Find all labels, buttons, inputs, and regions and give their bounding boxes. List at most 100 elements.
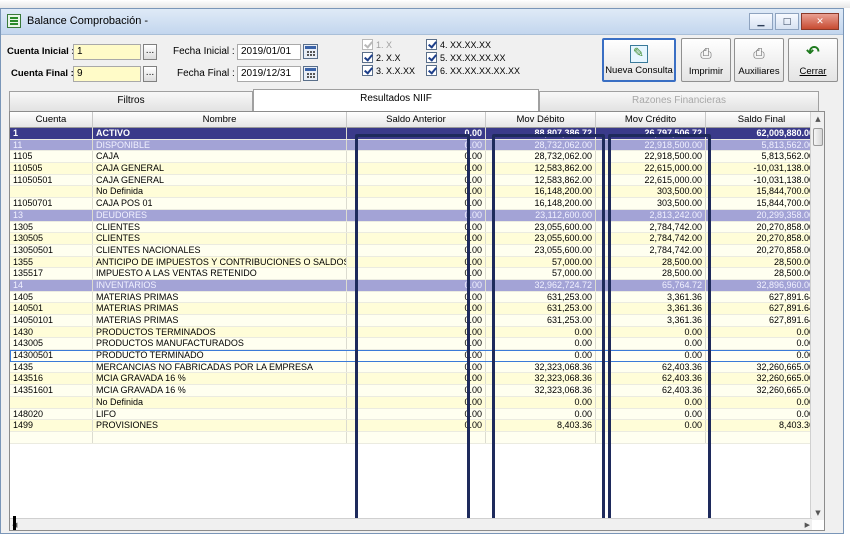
scroll-down-icon[interactable]: ▼ <box>811 506 824 520</box>
saldo-final-cell: -10,031,138.00 <box>706 174 818 186</box>
scroll-thumb[interactable] <box>813 128 823 146</box>
cuenta-cell: 1305 <box>10 221 93 233</box>
table-row[interactable]: 14050101 MATERIAS PRIMAS 0.00 631,253.00 3,3… <box>10 315 818 327</box>
group-row[interactable]: 14 INVENTARIOS 0.00 32,962,724.72 65,764.72 3… <box>10 279 818 292</box>
level-checkbox-1[interactable]: 1. X <box>362 39 392 50</box>
column-header-mov-debito[interactable]: Mov Débito <box>486 112 596 128</box>
mov-debito-cell: 28,732,062.00 <box>486 139 596 151</box>
saldo-final-cell: 20,299,358.00 <box>706 209 818 221</box>
imprimir-button[interactable]: ⎙ Imprimir <box>681 38 731 82</box>
table-row[interactable]: 143516 MCIA GRAVADA 16 % 0.00 32,323,068.36… <box>10 373 818 386</box>
cuenta-cell: 1105 <box>10 151 93 163</box>
cuenta-cell: 14300501 <box>10 350 93 361</box>
saldo-final-cell: 627,891.64 <box>706 291 818 303</box>
fecha-inicial-input[interactable]: 2019/01/01 <box>237 44 301 60</box>
cuenta-cell: 14351601 <box>10 385 93 396</box>
tab-filtros[interactable]: Filtros <box>9 91 253 111</box>
nueva-consulta-button[interactable]: Nueva Consulta <box>602 38 676 82</box>
nombre-cell: MATERIAS PRIMAS <box>93 315 347 326</box>
table-row[interactable]: 1355 ANTICIPO DE IMPUESTOS Y CONTRIBUCION… <box>10 256 818 269</box>
nombre-cell: MATERIAS PRIMAS <box>93 303 347 314</box>
cuenta-final-input[interactable]: 9 <box>73 66 141 82</box>
grid-header: Cuenta Nombre Saldo Anterior Mov Débito … <box>10 112 818 128</box>
app-icon <box>7 14 21 28</box>
table-row[interactable]: 135517 IMPUESTO A LAS VENTAS RETENIDO 0.00… <box>10 268 818 280</box>
table-row[interactable]: 110505 CAJA GENERAL 0.00 12,583,862.00 22,61… <box>10 163 818 175</box>
table-row[interactable]: 11050501 CAJA GENERAL 0.00 12,583,862.00 22,… <box>10 174 818 187</box>
table-row[interactable]: 14351601 MCIA GRAVADA 16 % 0.00 32,323,068.… <box>10 385 818 397</box>
column-header-cuenta[interactable]: Cuenta <box>10 112 93 128</box>
table-row[interactable]: 14300501 PRODUCTO TERMINADO 0.00 0.00 0.00 0.… <box>10 350 818 362</box>
level-checkbox-3[interactable]: 3. X.X.XX <box>362 65 415 76</box>
table-row[interactable]: 1305 CLIENTES 0.00 23,055,600.00 2,784,742.0… <box>10 221 818 234</box>
tab-razones-financieras[interactable]: Razones Financieras <box>539 91 819 111</box>
table-row[interactable]: 1105 CAJA 0.00 28,732,062.00 22,918,500.00 5,… <box>10 151 818 164</box>
level-checkbox-5[interactable]: 5. XX.XX.XX.XX <box>426 52 506 63</box>
horizontal-scrollbar[interactable]: ◀ ▶ <box>10 518 812 530</box>
minimize-icon[interactable]: ▁ <box>749 13 773 30</box>
close-icon[interactable]: ✕ <box>801 13 839 30</box>
level-checkbox-4[interactable]: 4. XX.XX.XX <box>426 39 491 50</box>
saldo-final-cell: 5,813,562.00 <box>706 151 818 163</box>
mov-credito-cell: 62,403.36 <box>596 385 706 396</box>
table-row[interactable]: 1435 MERCANCIAS NO FABRICADAS POR LA EMPR… <box>10 361 818 374</box>
saldo-anterior-cell: 0.00 <box>347 209 486 221</box>
nombre-cell: No Definida <box>93 186 347 198</box>
calendar-icon[interactable] <box>303 44 318 59</box>
vertical-scrollbar[interactable]: ▲ ▼ <box>810 112 824 520</box>
cuenta-inicial-lookup-button[interactable]: ... <box>143 44 157 60</box>
table-row[interactable]: 143005 PRODUCTOS MANUFACTURADOS 0.00 0.00 0.… <box>10 338 818 351</box>
checkbox-icon <box>362 39 373 50</box>
cuenta-inicial-input[interactable]: 1 <box>73 44 141 60</box>
checkbox-icon <box>362 65 373 76</box>
table-row[interactable]: 1430 PRODUCTOS TERMINADOS 0.00 0.00 0.00 0.00 <box>10 326 818 339</box>
cuenta-final-lookup-button[interactable]: ... <box>143 66 157 82</box>
table-row[interactable]: 140501 MATERIAS PRIMAS 0.00 631,253.00 3,361… <box>10 303 818 315</box>
group-row[interactable]: 11 DISPONIBLE 0.00 28,732,062.00 22,918,500.… <box>10 139 818 152</box>
column-header-saldo-final[interactable]: Saldo Final <box>706 112 818 128</box>
nombre-cell: MCIA GRAVADA 16 % <box>93 385 347 396</box>
saldo-final-cell: 0.00 <box>706 408 818 420</box>
mov-credito-cell: 22,615,000.00 <box>596 163 706 174</box>
table-row[interactable] <box>10 431 818 444</box>
tab-strip: Filtros Resultados NIIF Razones Financie… <box>9 89 819 111</box>
table-row[interactable]: 148020 LIFO 0.00 0.00 0.00 0.00 <box>10 408 818 421</box>
results-grid[interactable]: Cuenta Nombre Saldo Anterior Mov Débito … <box>9 111 825 531</box>
saldo-anterior-cell: 0.00 <box>347 291 486 303</box>
printer-icon: ⎙ <box>700 45 712 61</box>
cerrar-button[interactable]: ↶ Cerrar <box>788 38 838 82</box>
saldo-anterior-cell: 0.00 <box>347 198 486 209</box>
maximize-icon[interactable]: □ <box>775 13 799 30</box>
saldo-anterior-cell: 0.00 <box>347 268 486 279</box>
table-row[interactable]: 130505 CLIENTES 0.00 23,055,600.00 2,784,742… <box>10 233 818 245</box>
auxiliares-button[interactable]: ⎙ Auxiliares <box>734 38 784 82</box>
column-header-mov-credito[interactable]: Mov Crédito <box>596 112 706 128</box>
cuenta-cell: 14050101 <box>10 315 93 326</box>
table-row[interactable]: No Definida 0.00 16,148,200.00 303,500.00 15… <box>10 186 818 199</box>
table-row[interactable]: 1499 PROVISIONES 0.00 8,403.36 0.00 8,403.36 <box>10 420 818 432</box>
table-row[interactable]: 1405 MATERIAS PRIMAS 0.00 631,253.00 3,361.3… <box>10 291 818 304</box>
group-row[interactable]: 13 DEUDORES 0.00 23,112,600.00 2,813,242.00 2… <box>10 209 818 222</box>
scroll-up-icon[interactable]: ▲ <box>811 112 824 126</box>
group-row[interactable]: 1 ACTIVO 0.00 88,807,386.72 26,797,506.72 62,… <box>10 128 818 140</box>
undo-arrow-icon: ↶ <box>806 44 820 61</box>
column-header-saldo-anterior[interactable]: Saldo Anterior <box>347 112 486 128</box>
mov-credito-cell: 22,918,500.00 <box>596 139 706 151</box>
table-row[interactable]: 11050701 CAJA POS 01 0.00 16,148,200.00 303,… <box>10 198 818 210</box>
mov-credito-cell: 22,918,500.00 <box>596 151 706 163</box>
table-row[interactable]: No Definida 0.00 0.00 0.00 0.00 <box>10 396 818 409</box>
tab-resultados-niif[interactable]: Resultados NIIF <box>253 89 539 111</box>
nombre-cell: DEUDORES <box>93 209 347 221</box>
mov-debito-cell <box>486 431 596 443</box>
calendar-icon[interactable] <box>303 66 318 81</box>
level-checkbox-2[interactable]: 2. X.X <box>362 52 401 63</box>
fecha-final-input[interactable]: 2019/12/31 <box>237 66 301 82</box>
nombre-cell: LIFO <box>93 408 347 420</box>
saldo-anterior-cell: 0.00 <box>347 338 486 350</box>
scroll-right-icon[interactable]: ▶ <box>805 519 810 530</box>
column-header-nombre[interactable]: Nombre <box>93 112 347 128</box>
table-row[interactable]: 13050501 CLIENTES NACIONALES 0.00 23,055,60… <box>10 244 818 257</box>
level-checkbox-6[interactable]: 6. XX.XX.XX.XX.XX <box>426 65 520 76</box>
mov-debito-cell: 23,055,600.00 <box>486 244 596 256</box>
cuenta-cell: 135517 <box>10 268 93 279</box>
